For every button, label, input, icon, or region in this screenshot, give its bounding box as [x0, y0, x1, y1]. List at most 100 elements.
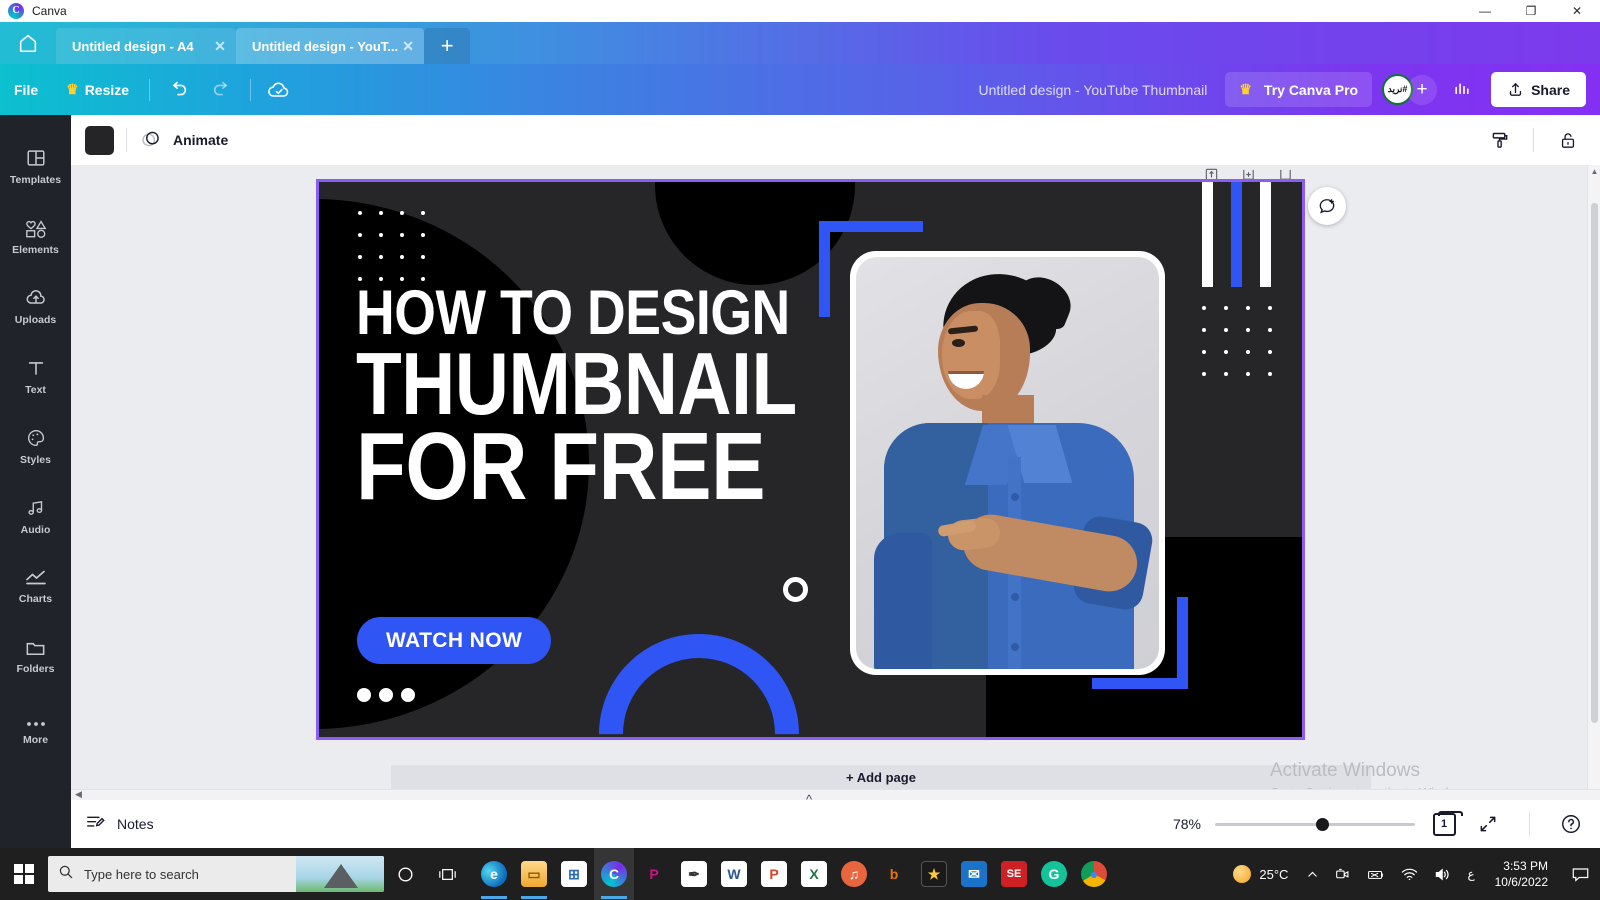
battery-icon[interactable] — [1358, 868, 1393, 881]
new-tab-button[interactable]: + — [424, 28, 471, 64]
taskbar-app-canva[interactable]: C — [594, 848, 634, 900]
taskbar-app-mail[interactable]: ✉ — [954, 848, 994, 900]
taskbar-app-video-editor[interactable]: ★ — [914, 848, 954, 900]
taskbar-app-microsoft-word[interactable]: W — [714, 848, 754, 900]
person-photo-card[interactable] — [850, 251, 1165, 675]
taskbar-app-microsoft-store[interactable]: ⊞ — [554, 848, 594, 900]
comment-bubble-icon[interactable] — [1308, 187, 1346, 225]
taskbar-app-blender[interactable]: b — [874, 848, 914, 900]
share-button[interactable]: Share — [1491, 72, 1586, 107]
taskbar-app-microsoft-edge[interactable]: e — [474, 848, 514, 900]
taskbar-app-grammarly[interactable]: G — [1034, 848, 1074, 900]
color-swatch-button[interactable] — [85, 125, 114, 155]
tab-close-icon[interactable]: ✕ — [210, 38, 230, 55]
home-icon[interactable] — [0, 22, 56, 64]
decor-bar-white-1 — [1202, 182, 1213, 287]
add-collaborator-button[interactable]: + — [1407, 74, 1438, 105]
sidebar-item-folders[interactable]: Folders — [0, 621, 71, 691]
clock[interactable]: 3:53 PM 10/6/2022 — [1483, 858, 1560, 890]
audio-icon — [24, 497, 48, 519]
cortana-icon[interactable] — [384, 848, 426, 900]
tab-label: Untitled design - YouT... — [252, 38, 399, 54]
tab-label: Untitled design - A4 — [72, 38, 194, 54]
sidebar-item-label: Elements — [12, 243, 59, 256]
sidebar-item-templates[interactable]: Templates — [0, 131, 71, 201]
action-center-icon[interactable] — [1560, 848, 1600, 900]
scroll-up-arrow[interactable]: ▲ — [1588, 167, 1600, 176]
sidebar-item-styles[interactable]: Styles — [0, 411, 71, 481]
more-icon — [25, 719, 47, 729]
maximize-button[interactable]: ❐ — [1508, 0, 1554, 22]
sidebar-item-text[interactable]: Text — [0, 341, 71, 411]
language-indicator[interactable]: ع — [1459, 867, 1482, 881]
canvas-horizontal-scrollbar[interactable]: ◀ — [71, 789, 1600, 800]
sidebar-item-audio[interactable]: Audio — [0, 481, 71, 551]
tab-untitled-a4[interactable]: Untitled design - A4 ✕ — [56, 28, 236, 64]
canvas-vertical-scrollbar[interactable]: ▲ ▼ — [1587, 165, 1600, 800]
try-canva-pro-button[interactable]: ♛ Try Canva Pro — [1225, 72, 1373, 107]
windows-start-icon[interactable] — [0, 848, 48, 900]
zoom-knob[interactable] — [1316, 817, 1329, 831]
task-view-icon[interactable] — [426, 848, 468, 900]
sidebar-item-more[interactable]: More — [0, 697, 71, 767]
page-count-button[interactable]: 1 — [1429, 809, 1463, 839]
taskbar-apps: e ▭ ⊞ C P ✒ W P X ♫ b ★ ✉ SE G ● — [474, 848, 1114, 900]
weather-widget[interactable]: 25°C — [1223, 865, 1298, 883]
window-app-name: Canva — [32, 4, 67, 18]
headline-line-1: HOW TO DESIGN — [356, 278, 790, 348]
minimize-button[interactable]: — — [1462, 0, 1508, 22]
fullscreen-icon[interactable] — [1473, 809, 1503, 839]
chevron-up-icon[interactable] — [1298, 868, 1327, 881]
scroll-left-arrow[interactable]: ◀ — [75, 789, 82, 800]
tab-close-icon[interactable]: ✕ — [398, 38, 418, 55]
canva-application-window: C Canva — ❐ ✕ Untitled design - A4 ✕ Unt… — [0, 0, 1600, 900]
volume-icon[interactable] — [1426, 867, 1459, 882]
notes-button[interactable]: Notes — [85, 813, 154, 835]
scrollbar-thumb[interactable] — [1591, 203, 1598, 723]
sidebar-item-charts[interactable]: Charts — [0, 551, 71, 621]
resize-button[interactable]: ♛ Resize — [52, 64, 143, 115]
close-button[interactable]: ✕ — [1554, 0, 1600, 22]
document-title[interactable]: Untitled design - YouTube Thumbnail — [979, 82, 1226, 98]
taskbar-app-paint[interactable]: ✒ — [674, 848, 714, 900]
search-input[interactable]: Type here to search — [48, 856, 384, 892]
decor-white-ring — [783, 577, 808, 602]
person-photo — [856, 257, 1159, 669]
tab-untitled-youtube[interactable]: Untitled design - YouT... ✕ — [236, 28, 425, 64]
wifi-icon[interactable] — [1393, 867, 1426, 881]
weather-temperature: 25°C — [1259, 866, 1289, 882]
help-icon[interactable] — [1556, 809, 1586, 839]
add-page-button[interactable]: + Add page — [846, 770, 916, 785]
clock-date: 10/6/2022 — [1494, 875, 1548, 889]
object-toolbar: Animate — [71, 115, 1600, 165]
paint-roller-icon[interactable] — [1481, 122, 1517, 158]
taskbar-app-microsoft-excel[interactable]: X — [794, 848, 834, 900]
taskbar-app-file-explorer[interactable]: ▭ — [514, 848, 554, 900]
uploads-icon — [24, 287, 48, 309]
taskbar-app-subtitle-edit[interactable]: SE — [994, 848, 1034, 900]
headline-line-2: THUMBNAIL — [356, 334, 797, 434]
camera-icon[interactable] — [1327, 867, 1358, 881]
animate-button[interactable]: Animate — [139, 128, 228, 153]
watch-now-button[interactable]: WATCH NOW — [357, 617, 552, 664]
lock-icon[interactable] — [1550, 122, 1586, 158]
taskbar-app-microsoft-powerpoint[interactable]: P — [754, 848, 794, 900]
canvas-work-area[interactable]: HOW TO DESIGN THUMBNAIL FOR FREE WATCH N… — [71, 165, 1600, 800]
toolbar-divider-1 — [149, 78, 151, 101]
undo-icon[interactable] — [156, 64, 200, 115]
window-controls: — ❐ ✕ — [1462, 0, 1600, 22]
sidebar-item-uploads[interactable]: Uploads — [0, 271, 71, 341]
taskbar-app-audio-app[interactable]: ♫ — [834, 848, 874, 900]
design-headline[interactable]: HOW TO DESIGN THUMBNAIL FOR FREE — [356, 278, 797, 514]
person-shirt-button — [1011, 493, 1019, 501]
taskbar-app-pinterest[interactable]: P — [634, 848, 674, 900]
taskbar-app-google-chrome[interactable]: ● — [1074, 848, 1114, 900]
design-page[interactable]: HOW TO DESIGN THUMBNAIL FOR FREE WATCH N… — [316, 179, 1305, 740]
sidebar-item-elements[interactable]: Elements — [0, 201, 71, 271]
cloud-check-icon[interactable] — [257, 64, 301, 115]
bar-chart-icon[interactable] — [1441, 64, 1483, 115]
text-icon — [25, 357, 47, 379]
redo-icon[interactable] — [200, 64, 244, 115]
zoom-slider[interactable] — [1215, 817, 1415, 831]
file-menu-button[interactable]: File — [0, 64, 52, 115]
